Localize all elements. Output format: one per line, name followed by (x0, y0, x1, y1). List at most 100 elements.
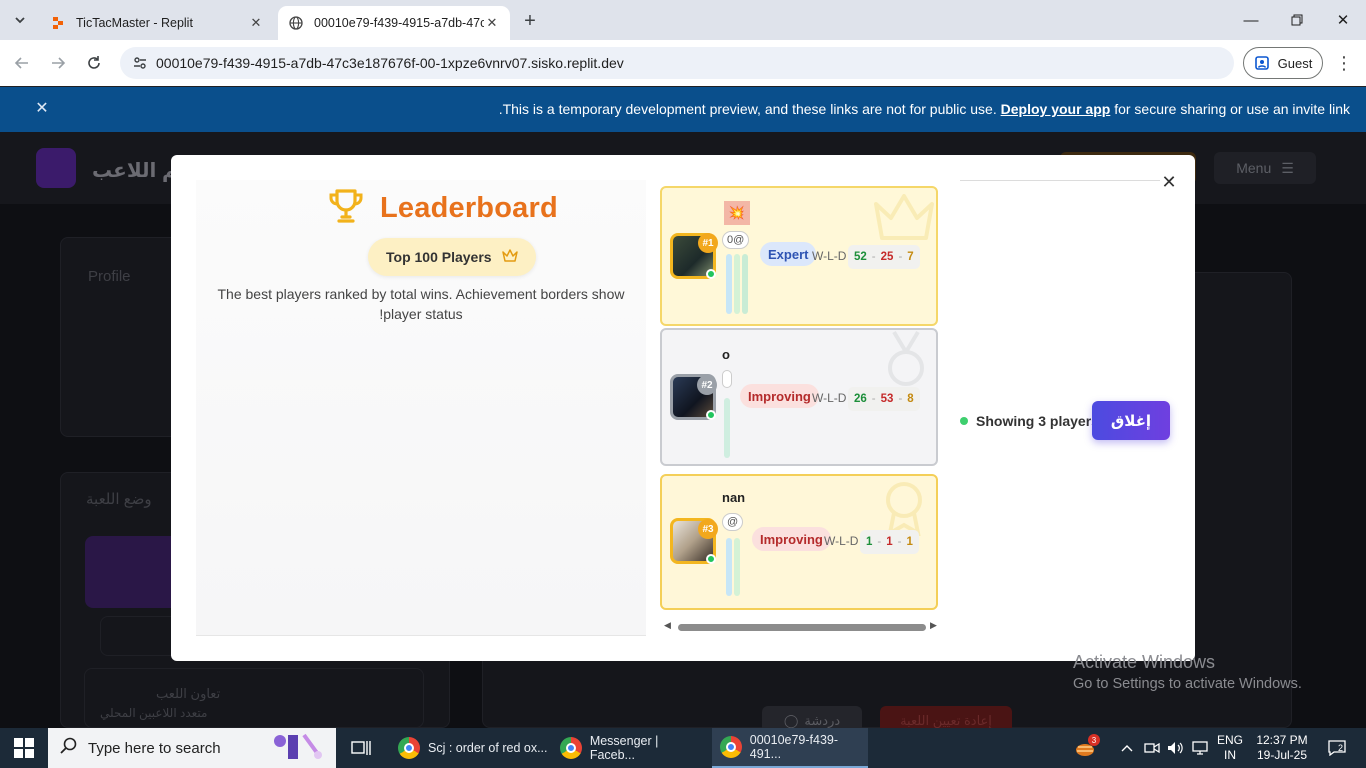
reset-label: إعادة تعيين اللعبة (900, 713, 992, 728)
banner-text-before: .This is a temporary development preview… (498, 101, 1001, 117)
guest-profile-button[interactable]: Guest (1243, 47, 1323, 79)
site-info-icon[interactable] (124, 55, 156, 71)
crown-watermark-icon (874, 194, 934, 240)
input-language-indicator[interactable]: ENG IN (1214, 728, 1246, 768)
rank-badge: #3 (698, 519, 718, 539)
taskbar-search-box[interactable]: Type here to search (48, 728, 336, 768)
reset-game-button[interactable]: إعادة تعيين اللعبة (880, 706, 1012, 728)
minimize-icon[interactable]: — (1228, 0, 1274, 40)
clock[interactable]: 12:37 PM 19-Jul-25 (1254, 728, 1310, 768)
weather-badge: 3 (1088, 734, 1100, 746)
status-dot (960, 417, 968, 425)
mode-option-selected[interactable] (85, 536, 185, 608)
search-highlight-icon (260, 729, 330, 767)
menu-label: Menu (1236, 160, 1272, 176)
tab-dev-preview[interactable]: 00010e79-f439-4915-a7db-47c ✕ (278, 6, 510, 40)
leaderboard-description: The best players ranked by total wins. A… (216, 284, 626, 324)
close-tab-icon[interactable]: ✕ (248, 15, 264, 31)
winrate-stripe (724, 398, 730, 458)
notification-count: 2 (1338, 743, 1344, 753)
banner-message: .This is a temporary development preview… (499, 101, 1350, 117)
scroll-left-arrow-icon[interactable]: ◀ (664, 620, 671, 631)
activate-subtitle: Go to Settings to activate Windows. (1073, 676, 1302, 692)
showing-text: Showing 3 players (976, 413, 1099, 429)
tab-tictacmaster[interactable]: TicTacMaster - Replit ✕ (40, 6, 274, 40)
task-label: Messenger | Faceb... (589, 734, 659, 762)
medal-watermark-icon (888, 330, 924, 386)
wld-label: W-L-D (824, 534, 859, 548)
search-placeholder: Type here to search (88, 739, 221, 757)
draws-value: 8 (907, 393, 914, 405)
winrate-stripe (726, 254, 732, 314)
windows-taskbar: Type here to search Scj : order of red o… (0, 728, 1366, 768)
address-bar[interactable]: 00010e79-f439-4915-a7db-47c3e187676f-00-… (120, 47, 1234, 79)
back-arrow-icon[interactable] (8, 49, 36, 77)
chat-button[interactable]: ◯ دردشة (762, 706, 862, 728)
search-icon (60, 737, 78, 759)
draws-value: 1 (906, 536, 913, 548)
lang-bottom: IN (1224, 748, 1236, 762)
chat-icon: ◯ (783, 713, 799, 728)
url-text: 00010e79-f439-4915-a7db-47c3e187676f-00-… (156, 55, 624, 71)
skill-badge: Improving (752, 527, 831, 551)
banner-text-after: for secure sharing or use an invite link (1110, 101, 1350, 117)
modal-close-icon[interactable]: ✕ (1159, 172, 1179, 192)
task-label: Scj : order of red ox... (428, 741, 548, 755)
showing-players-status: Showing 3 players (960, 413, 1099, 429)
browser-menu-kebab-icon[interactable]: ⋮ (1334, 51, 1354, 75)
activate-title: Activate Windows (1073, 652, 1216, 672)
clock-time: 12:37 PM (1256, 733, 1308, 747)
taskbar-chrome-window-2[interactable]: Messenger | Faceb... (554, 728, 706, 768)
globe-icon (288, 15, 304, 31)
network-icon[interactable] (1189, 728, 1211, 768)
new-tab-plus-icon[interactable]: + (518, 9, 542, 33)
top-pill-label: Top 100 Players (386, 249, 492, 265)
player-handle: @ (722, 513, 744, 531)
window-close-icon[interactable]: ✕ (1320, 0, 1366, 40)
winrate-stripe (726, 538, 732, 596)
meet-now-icon[interactable] (1142, 728, 1162, 768)
windows-start-icon[interactable] (14, 738, 34, 758)
banner-close-icon[interactable]: ✕ (33, 99, 51, 117)
description-line-1: The best players ranked by total wins. A… (217, 286, 625, 302)
coop-title: تعاون اللعب (156, 686, 221, 701)
player-card-3[interactable]: #3 nan @ Improving W-L-D 1- 1- 1 (660, 474, 938, 610)
hamburger-icon: ☰ (1281, 159, 1294, 176)
activate-windows-watermark: Activate Windows Go to Settings to activ… (1073, 652, 1302, 692)
online-status-dot (706, 269, 716, 279)
player-card-2[interactable]: #2 o Improving W-L-D 26- 53- 8 (660, 328, 938, 466)
player-card-1[interactable]: 💥 #1 0@ Expert W-L-D 52- 25- 7 (660, 186, 938, 326)
leaderboard-header-pane: Leaderboard Top 100 Players The best pla… (196, 180, 646, 636)
player-cards-scroll[interactable]: 💥 #1 0@ Expert W-L-D 52- 25- 7 #2 o Impr… (660, 186, 940, 610)
profile-label: Profile (88, 268, 131, 285)
close-button[interactable]: إغلاق (1092, 401, 1170, 440)
lang-top: ENG (1216, 733, 1243, 747)
menu-button[interactable]: Menu ☰ (1214, 152, 1316, 184)
close-tab-icon[interactable]: ✕ (484, 15, 500, 31)
player-name: o (722, 347, 730, 362)
forward-arrow-icon[interactable] (44, 49, 72, 77)
notifications-icon[interactable]: 2 (1322, 728, 1352, 768)
tab-title: TicTacMaster - Replit (76, 16, 193, 30)
chat-label: دردشة (804, 713, 841, 728)
crown-icon (501, 248, 518, 266)
weather-icon[interactable]: 3 (1070, 728, 1100, 768)
deploy-app-link[interactable]: Deploy your app (1001, 101, 1111, 117)
show-hidden-icons-chevron-icon[interactable] (1118, 728, 1136, 768)
scroll-right-arrow-icon[interactable]: ▶ (930, 620, 937, 631)
clock-date: 19-Jul-25 (1256, 748, 1308, 762)
tab-search-chevron-icon[interactable] (8, 8, 32, 32)
scrollbar-thumb[interactable] (678, 624, 926, 631)
volume-icon[interactable] (1165, 728, 1185, 768)
taskbar-chrome-window-1[interactable]: Scj : order of red ox... (392, 728, 548, 768)
taskbar-chrome-window-3[interactable]: 00010e79-f439-491... (712, 728, 868, 768)
horizontal-scrollbar[interactable]: ◀ ▶ (660, 620, 942, 634)
task-view-icon[interactable] (346, 728, 376, 768)
online-status-dot (706, 410, 716, 420)
draws-value: 7 (907, 251, 914, 263)
losses-value: 1 (886, 536, 893, 548)
dev-preview-banner: ✕ .This is a temporary development previ… (0, 87, 1366, 132)
restore-icon[interactable] (1274, 0, 1320, 40)
reload-icon[interactable] (80, 49, 108, 77)
winrate-stripe (734, 538, 740, 596)
